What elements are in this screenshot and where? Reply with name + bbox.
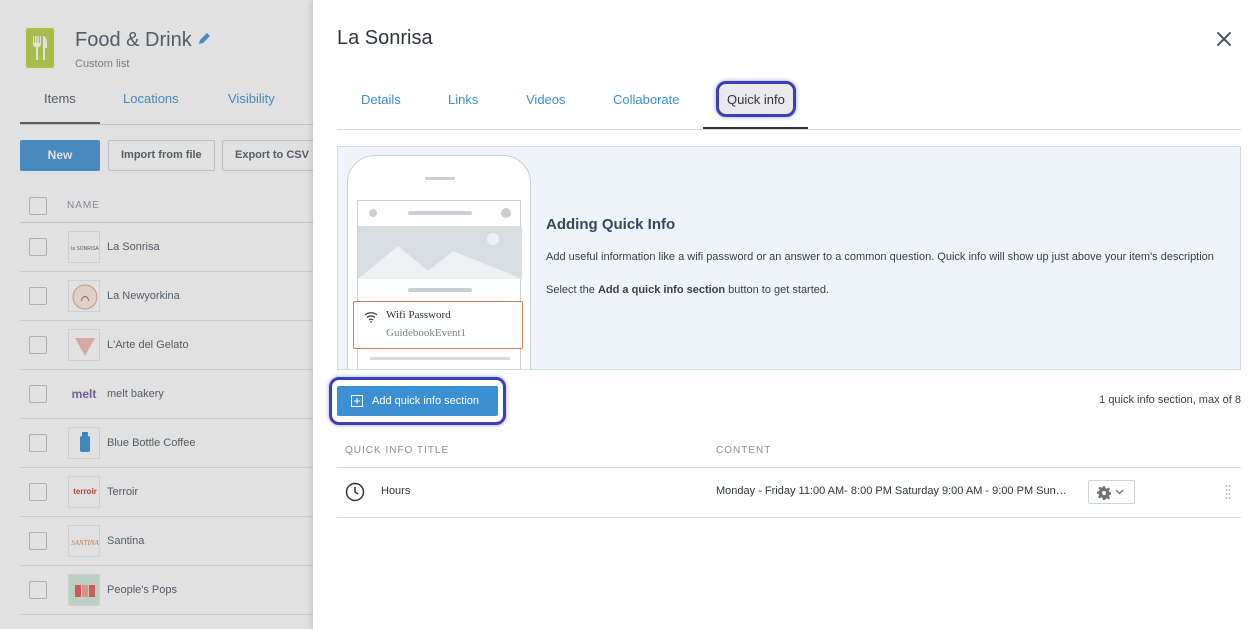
row-checkbox[interactable] bbox=[29, 287, 47, 305]
svg-text:la SONRISA: la SONRISA bbox=[71, 246, 99, 252]
svg-text:melt: melt bbox=[72, 387, 97, 401]
item-name: People's Pops bbox=[107, 584, 177, 596]
table-divider bbox=[337, 517, 1241, 518]
wifi-icon bbox=[364, 312, 378, 323]
list-header: NAME bbox=[20, 190, 313, 223]
row-checkbox[interactable] bbox=[29, 434, 47, 452]
item-name: melt bakery bbox=[107, 388, 164, 400]
quick-info-content: Monday - Friday 11:00 AM- 8:00 PM Saturd… bbox=[716, 485, 1071, 497]
background-list-page: Food & Drink Custom list Items Locations… bbox=[0, 0, 313, 629]
item-name: Blue Bottle Coffee bbox=[107, 437, 196, 449]
quick-info-title: Hours bbox=[381, 485, 411, 497]
la-sonrisa-logo-icon: la SONRISA bbox=[68, 231, 100, 263]
tabs-divider bbox=[20, 124, 313, 125]
list-item[interactable]: L'Arte del Gelato bbox=[20, 321, 313, 370]
item-detail-modal: La Sonrisa Details Links Videos Collabor… bbox=[313, 0, 1255, 629]
peoples-pops-logo-icon bbox=[68, 574, 100, 606]
new-button[interactable]: New bbox=[20, 140, 100, 171]
list-item[interactable]: melt melt bakery bbox=[20, 370, 313, 419]
column-header-title: QUICK INFO TITLE bbox=[345, 445, 450, 456]
list-item[interactable]: People's Pops bbox=[20, 566, 313, 615]
svg-text:terroir: terroir bbox=[73, 487, 97, 496]
wifi-password-card: Wifi Password GuidebookEvent1 bbox=[353, 301, 523, 349]
item-name: La Sonrisa bbox=[107, 241, 160, 253]
plus-square-icon bbox=[351, 395, 363, 407]
clock-icon bbox=[345, 482, 365, 502]
list-item[interactable]: la SONRISA La Sonrisa bbox=[20, 223, 313, 272]
column-header-content: CONTENT bbox=[716, 445, 772, 456]
list-item[interactable]: Blue Bottle Coffee bbox=[20, 419, 313, 468]
close-icon[interactable] bbox=[1214, 29, 1234, 49]
list-item[interactable]: terroir Terroir bbox=[20, 468, 313, 517]
import-from-file-button[interactable]: Import from file bbox=[108, 140, 215, 171]
tab-visibility[interactable]: Visibility bbox=[228, 91, 275, 106]
guide-subtitle: Custom list bbox=[75, 58, 130, 70]
row-checkbox[interactable] bbox=[29, 336, 47, 354]
pencil-icon[interactable] bbox=[198, 31, 212, 50]
info-description: Add useful information like a wifi passw… bbox=[546, 251, 1214, 263]
drag-handle-icon bbox=[1225, 485, 1231, 499]
row-checkbox[interactable] bbox=[29, 581, 47, 599]
export-to-csv-button[interactable]: Export to CSV bbox=[222, 140, 313, 171]
row-checkbox[interactable] bbox=[29, 532, 47, 550]
wifi-title: Wifi Password bbox=[386, 309, 451, 321]
info-heading: Adding Quick Info bbox=[546, 216, 676, 233]
row-checkbox[interactable] bbox=[29, 238, 47, 256]
column-header-name: NAME bbox=[67, 200, 100, 211]
section-count: 1 quick info section, max of 8 bbox=[1099, 394, 1241, 406]
la-newyorkina-logo-icon bbox=[68, 280, 100, 312]
blue-bottle-logo-icon bbox=[68, 427, 100, 459]
item-name: Terroir bbox=[107, 486, 139, 498]
item-name: Santina bbox=[107, 535, 145, 547]
tab-collaborate[interactable]: Collaborate bbox=[613, 92, 680, 107]
tab-details[interactable]: Details bbox=[361, 92, 401, 107]
item-name: L'Arte del Gelato bbox=[107, 339, 189, 351]
row-checkbox[interactable] bbox=[29, 385, 47, 403]
row-checkbox[interactable] bbox=[29, 483, 47, 501]
gear-icon bbox=[1097, 486, 1111, 500]
svg-text:SANTINA: SANTINA bbox=[71, 539, 99, 547]
tab-videos[interactable]: Videos bbox=[526, 92, 566, 107]
terroir-logo-icon: terroir bbox=[68, 476, 100, 508]
fork-knife-icon bbox=[26, 28, 54, 68]
wifi-value: GuidebookEvent1 bbox=[386, 327, 467, 339]
santina-logo-icon: SANTINA bbox=[68, 525, 100, 557]
add-quick-info-section-button[interactable]: Add quick info section bbox=[337, 386, 498, 416]
row-actions-dropdown[interactable] bbox=[1088, 480, 1135, 504]
list-item[interactable]: La Newyorkina bbox=[20, 272, 313, 321]
guide-title: Food & Drink bbox=[75, 29, 192, 51]
modal-title: La Sonrisa bbox=[337, 27, 433, 49]
tab-locations[interactable]: Locations bbox=[123, 91, 179, 106]
tab-items[interactable]: Items bbox=[44, 91, 76, 106]
arte-del-gelato-logo-icon bbox=[68, 329, 100, 361]
table-row[interactable]: Hours Monday - Friday 11:00 AM- 8:00 PM … bbox=[337, 468, 1241, 517]
info-instructions: Select the Add a quick info section butt… bbox=[546, 284, 830, 296]
melt-logo-icon: melt bbox=[68, 378, 100, 410]
tab-links[interactable]: Links bbox=[448, 92, 478, 107]
tab-quick-info[interactable]: Quick info bbox=[727, 92, 785, 107]
chevron-down-icon bbox=[1115, 489, 1124, 495]
tabs-divider bbox=[337, 129, 1241, 130]
quick-info-intro-box: Wifi Password GuidebookEvent1 Adding Qui… bbox=[337, 146, 1241, 370]
select-all-checkbox[interactable] bbox=[29, 197, 47, 215]
list-item[interactable]: SANTINA Santina bbox=[20, 517, 313, 566]
item-name: La Newyorkina bbox=[107, 290, 180, 302]
